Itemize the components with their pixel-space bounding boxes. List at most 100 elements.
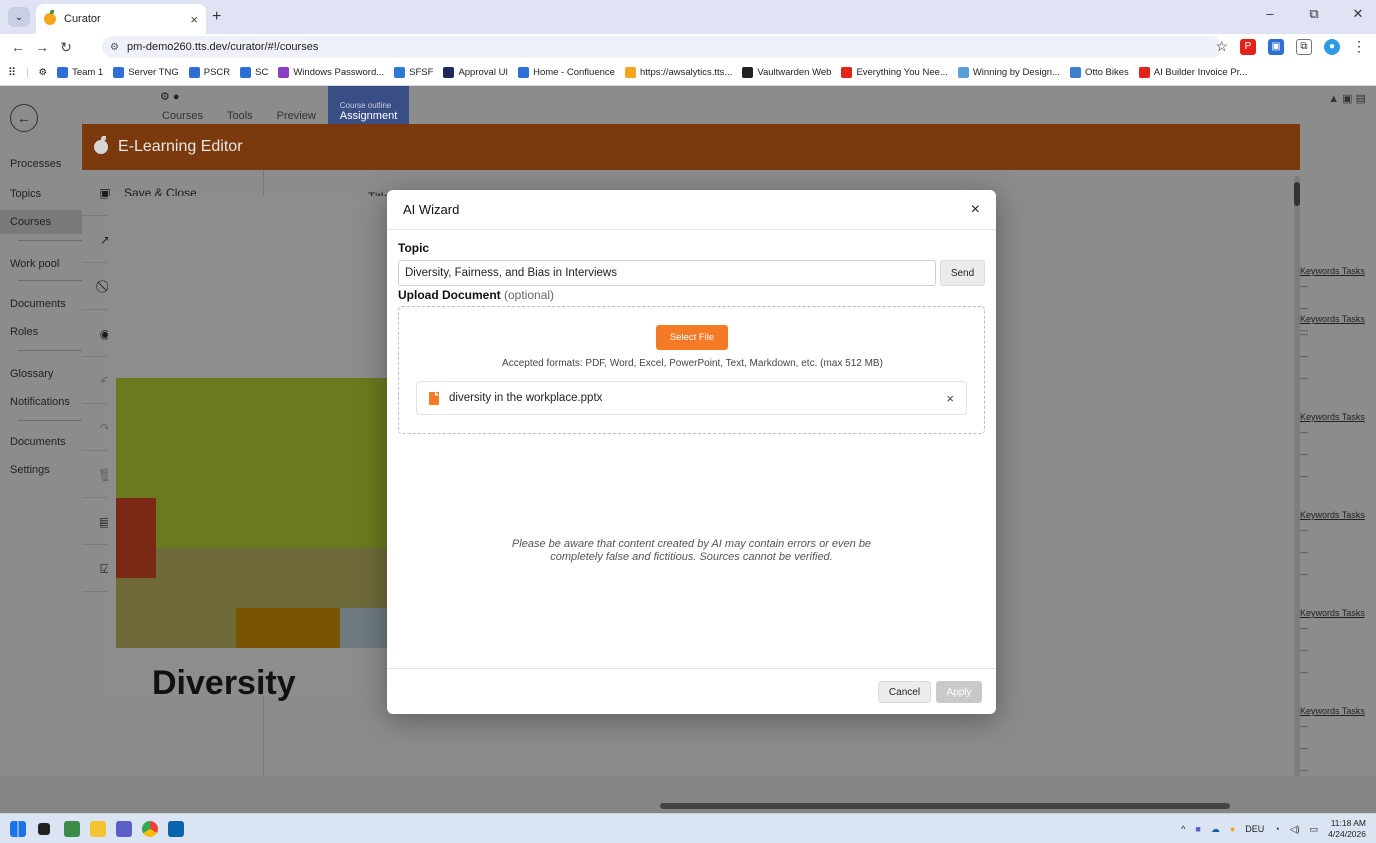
tasks-link[interactable]: Tasks — [1342, 314, 1365, 324]
select-file-button[interactable]: Select File — [656, 325, 728, 350]
bookmark-label: Windows Password... — [293, 67, 385, 78]
bookmark-item[interactable]: Winning by Design... — [957, 67, 1060, 78]
keywords-link[interactable]: Keywords — [1300, 314, 1340, 324]
confluence-icon — [113, 67, 125, 78]
bookmark-item[interactable]: SC — [240, 67, 268, 78]
profile-avatar[interactable]: ● — [1324, 38, 1340, 55]
tasks-link[interactable]: Tasks — [1342, 266, 1365, 276]
nav-item-courses[interactable]: Courses — [0, 210, 82, 234]
bookmark-item[interactable]: Team 1 — [57, 67, 103, 78]
tasks-link[interactable]: Tasks — [1342, 608, 1365, 618]
bookmark-item[interactable]: https://awsalytics.tts... — [624, 67, 732, 78]
right-panel-row: Keywords Tasks — [1300, 608, 1376, 618]
cancel-button[interactable]: Cancel — [878, 681, 931, 703]
tasks-link[interactable]: Tasks — [1342, 510, 1365, 520]
extension-icon[interactable]: ▣ — [1268, 38, 1284, 55]
minimize-button[interactable]: – — [1260, 6, 1280, 22]
site-info-icon[interactable]: ⚙ — [110, 42, 119, 53]
volume-icon[interactable]: ◁) — [1290, 824, 1300, 835]
apps-grid-icon[interactable]: ⠿ — [8, 66, 16, 79]
task-view-icon[interactable] — [38, 823, 50, 835]
bookmark-item[interactable]: Approval UI — [443, 67, 508, 78]
send-button[interactable]: Send — [940, 260, 985, 286]
bookmarks-bar: ⠿ | ⚙ Team 1 Server TNG PSCR SC Windows Pass… — [0, 60, 1376, 86]
keywords-link[interactable]: Keywords — [1300, 412, 1340, 422]
bookmark-item[interactable]: AI Builder Invoice Pr... — [1138, 67, 1247, 78]
nav-item-roles[interactable]: Roles — [0, 320, 82, 344]
top-tab-tools[interactable]: Tools — [215, 110, 265, 124]
nav-item-documents[interactable]: Documents — [0, 292, 82, 316]
battery-icon[interactable]: ▭ — [1310, 824, 1319, 835]
teams-tray-icon[interactable]: ■ — [1195, 824, 1200, 834]
top-tab-assignment[interactable]: Course outline Assignment — [327, 86, 410, 124]
bookmark-item[interactable]: SFSF — [394, 67, 433, 78]
nav-item-work-pool[interactable]: Work pool — [0, 252, 82, 276]
bookmark-item[interactable]: Everything You Nee... — [841, 67, 948, 78]
keywords-link[interactable]: Keywords — [1300, 266, 1340, 276]
remove-file-icon[interactable]: × — [946, 391, 954, 406]
file-dropzone[interactable]: Select File Accepted formats: PDF, Word,… — [398, 306, 985, 434]
extensions-puzzle-icon[interactable]: ⧉ — [1296, 38, 1312, 55]
horizontal-scrollbar[interactable] — [640, 802, 1376, 810]
pdf-extension-icon[interactable]: P — [1240, 38, 1256, 55]
top-tab-courses[interactable]: Courses — [150, 110, 215, 124]
apply-button[interactable]: Apply — [936, 681, 982, 703]
reload-icon[interactable]: ↻ — [54, 39, 78, 56]
youtube-icon — [1138, 67, 1150, 78]
right-panel-row: Keywords Tasks — [1300, 412, 1376, 422]
back-circle-icon[interactable]: ← — [10, 104, 38, 132]
wifi-icon[interactable]: ◔ — [1274, 824, 1279, 834]
keywords-link[interactable]: Keywords — [1300, 510, 1340, 520]
bookmark-star-icon[interactable]: ☆ — [1215, 38, 1228, 55]
close-window-button[interactable]: ✕ — [1348, 6, 1368, 22]
chrome-icon[interactable] — [142, 821, 158, 837]
row-links: Keywords Tasks — [1300, 266, 1365, 276]
nav-item-glossary[interactable]: Glossary — [0, 362, 82, 386]
tasks-link[interactable]: Tasks — [1342, 706, 1365, 716]
clock[interactable]: 11:18 AM 4/24/2026 — [1328, 818, 1366, 840]
nav-item-notifications[interactable]: Notifications — [0, 390, 82, 414]
tab-search-button[interactable]: ⌄ — [8, 7, 30, 27]
onedrive-icon[interactable]: ☁ — [1211, 824, 1220, 835]
bookmark-item[interactable]: Server TNG — [113, 67, 179, 78]
bookmark-item[interactable]: Home - Confluence — [518, 67, 615, 78]
language-indicator[interactable]: DEU — [1245, 824, 1264, 834]
outlook-icon[interactable] — [168, 821, 184, 837]
curator-favicon-icon — [44, 10, 56, 25]
teams-icon[interactable] — [116, 821, 132, 837]
settings-bookmark-icon[interactable]: ⚙ — [39, 67, 48, 78]
top-tab-preview[interactable]: Preview — [265, 110, 328, 124]
nav-item-topics[interactable]: Topics — [0, 182, 82, 206]
nav-item-processes[interactable]: Processes — [0, 152, 82, 176]
url-field[interactable]: ⚙ pm-demo260.tts.dev/curator/#!/courses — [102, 36, 1222, 58]
bookmark-item[interactable]: Otto Bikes — [1069, 67, 1129, 78]
forward-icon[interactable]: → — [30, 39, 54, 55]
tab-close-icon[interactable]: × — [190, 12, 198, 27]
keywords-link[interactable]: Keywords — [1300, 608, 1340, 618]
topic-input[interactable] — [398, 260, 936, 286]
back-icon[interactable]: ← — [6, 39, 30, 55]
vaultwarden-icon — [742, 67, 754, 78]
curator-tray-icon[interactable]: ● — [1230, 824, 1235, 834]
close-icon[interactable]: × — [971, 201, 980, 219]
tray-overflow-icon[interactable]: ^ — [1181, 824, 1185, 834]
bookmark-item[interactable]: Vaultwarden Web — [742, 67, 831, 78]
restore-button[interactable]: ⧉ — [1304, 6, 1324, 22]
bookmark-item[interactable]: PSCR — [188, 67, 230, 78]
nav-item-documents[interactable]: Documents — [0, 430, 82, 454]
windows-start-icon[interactable] — [10, 821, 26, 837]
keywords-link[interactable]: Keywords — [1300, 706, 1340, 716]
file-explorer-icon[interactable] — [90, 821, 106, 837]
browser-menu-icon[interactable]: ⋮ — [1352, 38, 1366, 55]
empty-value: --- — [1300, 472, 1308, 481]
new-tab-button[interactable]: + — [212, 8, 221, 26]
bookmark-item[interactable]: Windows Password... — [278, 67, 384, 78]
taskbar-app-icon[interactable] — [64, 821, 80, 837]
tasks-link[interactable]: Tasks — [1342, 412, 1365, 422]
scrollbar-thumb[interactable] — [660, 803, 1230, 809]
nav-item-settings[interactable]: Settings — [0, 458, 82, 482]
browser-tab[interactable]: Curator × — [36, 4, 206, 34]
app-sidebar: ← Processes Topics Courses Work pool Documen… — [0, 86, 82, 813]
empty-value: --- — [1300, 330, 1308, 339]
empty-value: --- — [1300, 744, 1308, 753]
